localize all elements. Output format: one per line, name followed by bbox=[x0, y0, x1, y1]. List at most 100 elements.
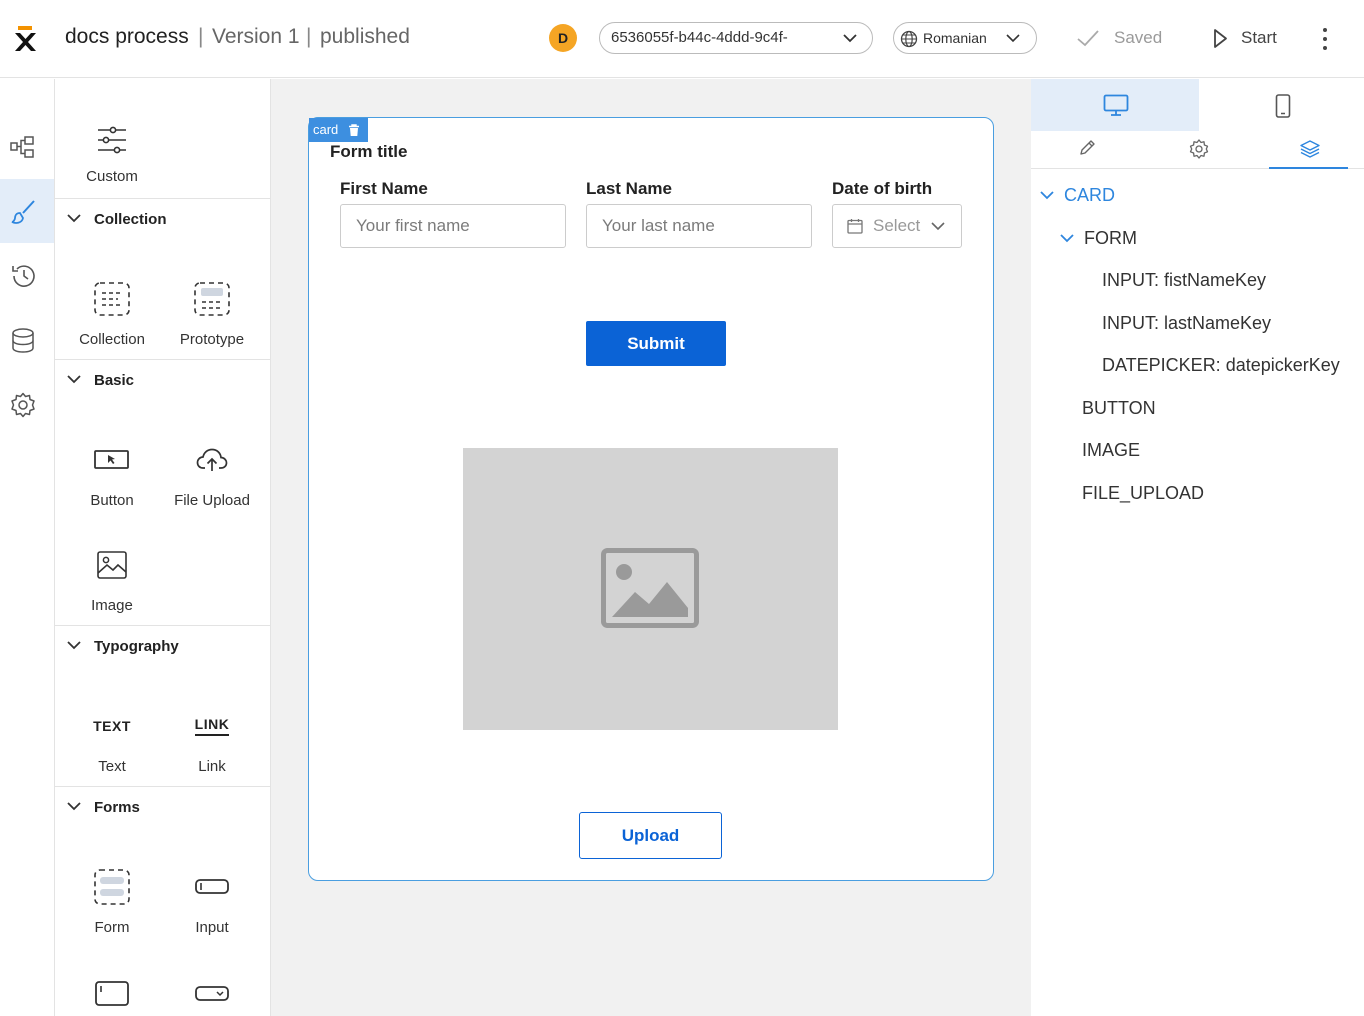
component-label: Prototype bbox=[179, 331, 245, 348]
calendar-icon bbox=[847, 219, 863, 234]
start-label: Start bbox=[1241, 28, 1277, 47]
avatar[interactable]: D bbox=[549, 24, 577, 52]
upload-button[interactable]: Upload bbox=[579, 812, 722, 859]
tree-node-button[interactable]: BUTTON bbox=[1082, 398, 1156, 419]
section-title: Typography bbox=[94, 638, 179, 655]
input-icon bbox=[195, 879, 229, 894]
tree-node-file-upload[interactable]: FILE_UPLOAD bbox=[1082, 483, 1204, 504]
tab-layers[interactable] bbox=[1253, 131, 1364, 169]
rail-data-model[interactable] bbox=[0, 308, 54, 372]
component-file-upload[interactable]: File Upload bbox=[162, 440, 262, 509]
database-icon bbox=[12, 328, 34, 353]
components-panel: Custom Collection Collection Prototype B… bbox=[55, 79, 271, 1016]
sliders-icon bbox=[98, 126, 126, 154]
chevron-down-icon bbox=[67, 375, 81, 384]
section-title: Basic bbox=[94, 372, 135, 389]
section-forms[interactable]: Forms bbox=[55, 786, 270, 828]
left-rail bbox=[0, 79, 55, 1016]
mobile-view-tab[interactable] bbox=[1199, 79, 1364, 131]
rail-process-flow[interactable] bbox=[0, 115, 54, 179]
tree-node-input-first-name[interactable]: INPUT: fistNameKey bbox=[1102, 270, 1266, 291]
gear-icon bbox=[11, 392, 35, 418]
component-label: Image bbox=[91, 597, 133, 614]
link-icon: LINK bbox=[194, 716, 230, 736]
chevron-down-icon bbox=[843, 34, 857, 43]
date-of-birth-picker[interactable]: Select bbox=[832, 204, 962, 248]
tree-node-card[interactable]: CARD bbox=[1040, 185, 1115, 206]
chevron-down-icon[interactable] bbox=[1060, 233, 1074, 243]
history-icon bbox=[12, 265, 35, 287]
more-options-icon[interactable] bbox=[1313, 26, 1337, 52]
tree-node-form[interactable]: FORM bbox=[1060, 228, 1137, 249]
component-collection[interactable]: Collection bbox=[62, 279, 162, 348]
tree-label: FORM bbox=[1084, 228, 1137, 248]
component-label: File Upload bbox=[174, 492, 250, 509]
flowx-logo bbox=[15, 26, 36, 51]
component-input[interactable]: Input bbox=[162, 867, 262, 936]
last-name-input[interactable]: Your last name bbox=[586, 204, 812, 248]
language-select[interactable]: Romanian bbox=[893, 22, 1037, 54]
tree-node-datepicker[interactable]: DATEPICKER: datepickerKey bbox=[1102, 355, 1340, 376]
component-label: Form bbox=[94, 919, 130, 936]
globe-icon bbox=[900, 30, 918, 48]
design-canvas: card Form title First Name Your first na… bbox=[271, 79, 1031, 1016]
gear-icon bbox=[1189, 139, 1209, 159]
language-value: Romanian bbox=[923, 30, 987, 46]
component-text[interactable]: TEXT Text bbox=[62, 706, 162, 775]
trash-icon[interactable] bbox=[348, 124, 360, 137]
instance-id-value: 6536055f-b44c-4ddd-9c4f- bbox=[611, 29, 788, 46]
first-name-input[interactable]: Your first name bbox=[340, 204, 566, 248]
rail-settings[interactable] bbox=[0, 373, 54, 437]
component-prototype[interactable]: Prototype bbox=[162, 279, 262, 348]
tab-properties[interactable] bbox=[1031, 131, 1142, 169]
component-label: Button bbox=[90, 492, 134, 509]
form-icon bbox=[94, 869, 130, 905]
top-bar: docs process | Version 1 | published D 6… bbox=[0, 0, 1364, 78]
desktop-view-tab[interactable] bbox=[1031, 79, 1199, 131]
component-label: Input bbox=[195, 919, 229, 936]
instance-id-select[interactable]: 6536055f-b44c-4ddd-9c4f- bbox=[599, 22, 873, 54]
card-component[interactable]: card Form title First Name Your first na… bbox=[308, 117, 994, 881]
title-separator: | bbox=[198, 25, 204, 48]
section-collection[interactable]: Collection bbox=[55, 198, 270, 240]
flow-icon bbox=[10, 136, 34, 158]
collection-icon bbox=[94, 282, 130, 316]
section-basic[interactable]: Basic bbox=[55, 359, 270, 401]
text-icon: TEXT bbox=[93, 718, 131, 734]
card-tag[interactable]: card bbox=[309, 118, 369, 142]
image-icon bbox=[97, 551, 127, 579]
component-label: Collection bbox=[79, 331, 145, 348]
title-separator: | bbox=[306, 25, 312, 48]
version-label[interactable]: Version 1 bbox=[212, 25, 300, 49]
status-label: published bbox=[320, 25, 410, 48]
chevron-down-icon[interactable] bbox=[1040, 190, 1054, 200]
tab-settings[interactable] bbox=[1142, 131, 1253, 169]
submit-button[interactable]: Submit bbox=[586, 321, 726, 366]
section-typography[interactable]: Typography bbox=[55, 625, 270, 667]
component-form[interactable]: Form bbox=[62, 867, 162, 936]
start-button[interactable]: Start bbox=[1212, 28, 1277, 48]
prototype-icon bbox=[194, 282, 230, 316]
component-label: Text bbox=[98, 758, 126, 775]
rail-history[interactable] bbox=[0, 243, 54, 307]
component-custom[interactable]: Custom bbox=[62, 120, 162, 185]
tree-node-input-last-name[interactable]: INPUT: lastNameKey bbox=[1102, 313, 1271, 334]
chevron-down-icon bbox=[931, 222, 945, 231]
image-placeholder[interactable] bbox=[463, 448, 838, 730]
card-tag-label: card bbox=[313, 122, 339, 137]
chevron-down-icon bbox=[67, 641, 81, 650]
component-link[interactable]: LINK Link bbox=[162, 706, 262, 775]
play-icon bbox=[1214, 29, 1227, 48]
pencil-icon bbox=[1080, 140, 1095, 155]
component-button[interactable]: Button bbox=[62, 440, 162, 509]
select-icon bbox=[195, 986, 229, 1001]
rail-ui-designer[interactable] bbox=[0, 179, 54, 243]
component-select[interactable] bbox=[162, 974, 262, 1014]
mobile-icon bbox=[1275, 94, 1291, 118]
component-image[interactable]: Image bbox=[62, 545, 162, 614]
saved-status: Saved bbox=[1076, 28, 1162, 48]
cloud-upload-icon bbox=[196, 448, 228, 471]
image-placeholder-icon bbox=[601, 548, 699, 628]
tree-node-image[interactable]: IMAGE bbox=[1082, 440, 1140, 461]
component-textarea[interactable] bbox=[62, 974, 162, 1014]
